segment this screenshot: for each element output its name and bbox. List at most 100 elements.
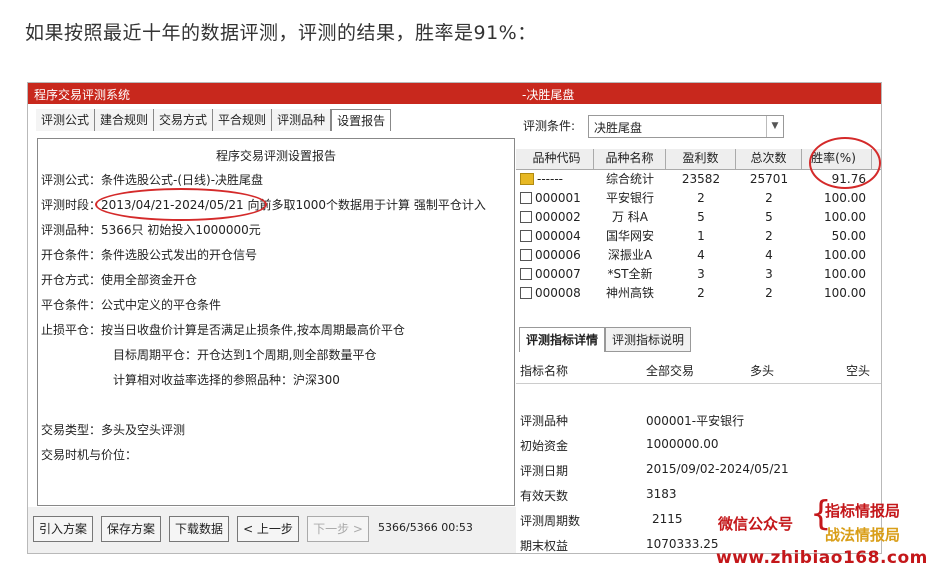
tab-trade-mode[interactable]: 交易方式 (154, 109, 214, 131)
settings-report: 程序交易评测设置报告 评测公式：条件选股公式-(日线)-决胜尾盘 评测时段：20… (37, 138, 515, 506)
condition-value: 决胜尾盘 (594, 121, 643, 135)
report-title: 程序交易评测设置报告 (215, 149, 336, 163)
report-line: 交易类型：多头及空头评测 (41, 423, 186, 437)
metric-value: 1070333.25 (646, 537, 719, 551)
checkbox-icon[interactable] (520, 192, 532, 204)
tab-metric-details[interactable]: 评测指标详情 (519, 327, 606, 352)
report-line: 评测品种：5366只 初始投入1000000元 (41, 223, 261, 237)
table-row[interactable]: 000006 深振业A 4 4 100.00 (516, 246, 881, 265)
tab-metric-explain[interactable]: 评测指标说明 (605, 327, 692, 352)
metric-value: 3183 (646, 487, 677, 501)
cell: 4 (697, 248, 705, 262)
detail-column-header: 多头 (750, 364, 775, 378)
cell: 25701 (749, 172, 789, 186)
cell: 50.00 (831, 229, 866, 243)
next-step-button[interactable]: 下一步 > (307, 516, 369, 542)
report-line: 开仓方式：使用全部资金开仓 (41, 273, 198, 287)
column-header[interactable]: 品种名称 (594, 149, 666, 169)
tab-formula[interactable]: 评测公式 (36, 109, 96, 131)
result-window: -决胜尾盘 评测条件: 决胜尾盘 ▼ 品种代码 品种名称 盈利数 总次数 胜率(… (516, 82, 882, 554)
detail-header: 指标名称 全部交易 多头 空头 (516, 362, 881, 382)
cell: 100.00 (824, 267, 866, 281)
cell: 000007 (535, 267, 581, 281)
cell: 100.00 (824, 191, 866, 205)
cell: 国华网安 (605, 229, 654, 243)
cell: *ST全新 (607, 267, 653, 281)
detail-tabs: 评测指标详情 评测指标说明 (519, 327, 692, 352)
import-plan-button[interactable]: 引入方案 (33, 516, 93, 542)
report-line: 交易时机与价位： (41, 448, 138, 462)
metric-name: 评测日期 (520, 464, 569, 478)
detail-column-header: 指标名称 (520, 364, 569, 378)
cell: 万 科A (611, 210, 649, 224)
cell: 综合统计 (605, 172, 654, 186)
cell: 2 (765, 191, 773, 205)
table-row[interactable]: 000007 *ST全新 3 3 100.00 (516, 265, 881, 284)
cell: 2 (765, 229, 773, 243)
highlight-circle (95, 188, 267, 221)
page-caption: 如果按照最近十年的数据评测，评测的结果，胜率是91%： (25, 22, 537, 44)
metric-value: 000001-平安银行 (646, 414, 745, 428)
progress-status: 5366/5366 00:53 (378, 521, 473, 534)
watermark-wechat-label: 微信公众号 (718, 515, 794, 533)
tab-close-rule[interactable]: 平合规则 (213, 109, 273, 131)
watermark-brand-bottom: 战法情报局 (825, 526, 901, 544)
checkbox-icon[interactable] (520, 249, 532, 261)
detail-column-header: 全部交易 (646, 364, 695, 378)
settings-tabs: 评测公式 建合规则 交易方式 平合规则 评测品种 设置报告 (36, 109, 392, 131)
cell: 100.00 (824, 210, 866, 224)
report-line: 止损平仓：按当日收盘价计算是否满足止损条件,按本周期最高价平仓 (41, 323, 405, 337)
cell: 000004 (535, 229, 581, 243)
column-header[interactable]: 品种代码 (516, 149, 594, 169)
checkbox-icon[interactable] (520, 268, 532, 280)
folder-icon (520, 173, 534, 185)
table-row[interactable]: 000004 国华网安 1 2 50.00 (516, 227, 881, 246)
metric-value: 2015/09/02-2024/05/21 (646, 462, 789, 476)
column-header[interactable]: 总次数 (736, 149, 802, 169)
cell: 000006 (535, 248, 581, 262)
tab-symbols[interactable]: 评测品种 (272, 109, 332, 131)
condition-label: 评测条件: (523, 119, 576, 133)
window-title: 程序交易评测系统 (28, 83, 516, 104)
tab-report[interactable]: 设置报告 (331, 109, 392, 131)
metric-name: 评测品种 (520, 414, 569, 428)
table-row[interactable]: 000001 平安银行 2 2 100.00 (516, 189, 881, 208)
chevron-down-icon[interactable]: ▼ (766, 116, 783, 137)
cell: 4 (765, 248, 773, 262)
cell: 100.00 (824, 248, 866, 262)
save-plan-button[interactable]: 保存方案 (101, 516, 161, 542)
report-line: 平仓条件：公式中定义的平仓条件 (41, 298, 222, 312)
watermark-brand-top: 指标情报局 (825, 502, 901, 520)
action-bar: 引入方案 保存方案 下载数据 < 上一步 下一步 > 5366/5366 00:… (28, 507, 516, 553)
checkbox-icon[interactable] (520, 230, 532, 242)
download-data-button[interactable]: 下载数据 (169, 516, 229, 542)
cell: 5 (765, 210, 773, 224)
cell: 平安银行 (605, 191, 654, 205)
cell: ------ (537, 172, 563, 186)
cell: 2 (765, 286, 773, 300)
cell: 000008 (535, 286, 581, 300)
report-line: 开仓条件：条件选股公式发出的开仓信号 (41, 248, 258, 262)
evaluation-system-window: 程序交易评测系统 评测公式 建合规则 交易方式 平合规则 评测品种 设置报告 程… (27, 82, 517, 554)
metric-value: 1000000.00 (646, 437, 719, 451)
cell: 23582 (681, 172, 721, 186)
report-line: 计算相对收益率选择的参照品种：沪深300 (113, 373, 340, 387)
table-row[interactable]: 000002 万 科A 5 5 100.00 (516, 208, 881, 227)
condition-select[interactable]: 决胜尾盘 ▼ (588, 115, 784, 138)
report-line: 目标周期平仓：开仓达到1个周期,则全部数量平仓 (113, 348, 377, 362)
metric-name: 评测周期数 (520, 514, 581, 528)
table-row[interactable]: 000008 神州高铁 2 2 100.00 (516, 284, 881, 303)
prev-step-button[interactable]: < 上一步 (237, 516, 299, 542)
divider (516, 383, 881, 384)
result-window-title: -决胜尾盘 (516, 83, 881, 104)
cell: 000002 (535, 210, 581, 224)
column-header[interactable]: 盈利数 (666, 149, 736, 169)
tab-open-rule[interactable]: 建合规则 (95, 109, 155, 131)
report-line: 评测公式：条件选股公式-(日线)-决胜尾盘 (41, 173, 264, 187)
metric-name: 期末权益 (520, 539, 569, 553)
checkbox-icon[interactable] (520, 211, 532, 223)
checkbox-icon[interactable] (520, 287, 532, 299)
cell: 深振业A (607, 248, 653, 262)
highlight-circle (809, 137, 881, 189)
cell: 5 (697, 210, 705, 224)
